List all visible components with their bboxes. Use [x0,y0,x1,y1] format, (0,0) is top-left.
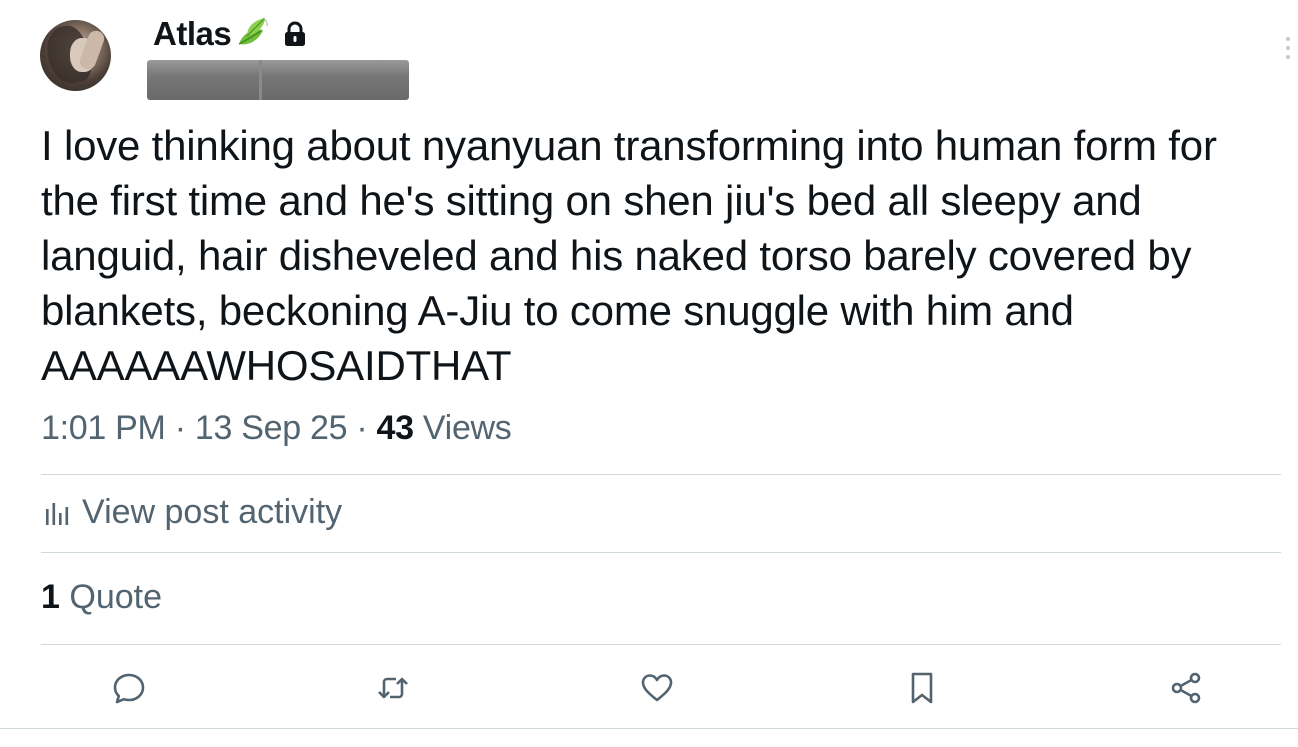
action-bar [0,668,1298,708]
more-options-icon[interactable] [1283,37,1293,63]
divider [41,474,1281,475]
view-activity-button[interactable]: View post activity [44,493,342,532]
share-icon [1171,672,1201,704]
bookmark-icon [911,672,933,704]
quote-label: Quote [69,578,162,616]
retweet-button[interactable] [373,668,413,708]
lock-icon [285,21,306,46]
post-time[interactable]: 1:01 PM [41,409,166,447]
meta-separator: · [174,409,186,447]
reply-icon [113,673,145,704]
like-icon [641,674,673,702]
reply-button[interactable] [109,668,149,708]
views-count: 43 [376,409,415,447]
author-row: Atlas [153,14,307,54]
bookmark-button[interactable] [902,668,942,708]
share-button[interactable] [1166,668,1206,708]
views-label: Views [422,409,512,447]
divider [41,552,1281,553]
author-name[interactable]: Atlas [153,15,232,53]
quotes-link[interactable]: 1 Quote [41,578,162,617]
post-text: I love thinking about nyanyuan transform… [41,122,1217,389]
view-activity-label: View post activity [82,493,343,531]
quote-count: 1 [41,578,60,616]
redacted-handle [147,60,409,100]
like-button[interactable] [637,668,677,708]
post-meta: 1:01 PM · 13 Sep 25 · 43 Views [41,409,512,448]
leaf-icon [238,17,268,45]
bar-chart-icon [46,502,69,525]
post-date[interactable]: 13 Sep 25 [195,409,348,447]
meta-separator: · [356,409,368,447]
retweet-icon [378,677,408,699]
divider [41,644,1281,645]
avatar[interactable] [40,20,111,91]
divider [0,728,1298,729]
